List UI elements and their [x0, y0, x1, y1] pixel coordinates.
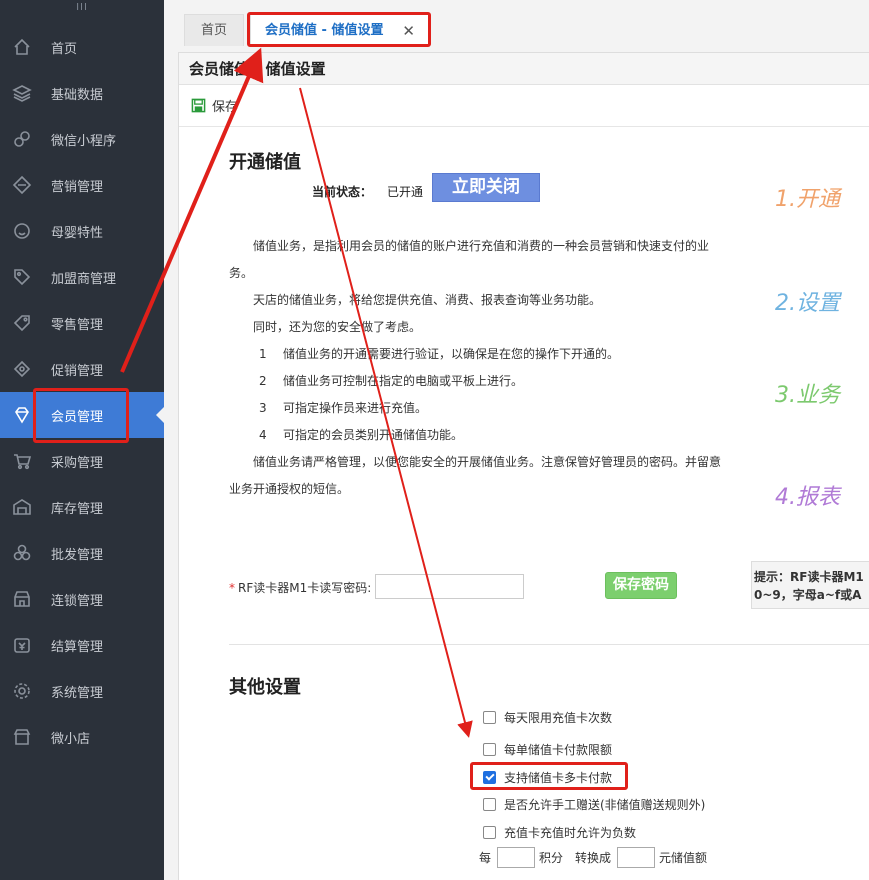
price-tag-icon — [11, 312, 33, 334]
panel-title: 会员储值 - 储值设置 — [179, 53, 869, 85]
sidebar-item-money[interactable]: 结算管理 — [0, 622, 164, 668]
open-section-heading: 开通储值 — [229, 152, 301, 173]
option-allow-negative[interactable]: 充值卡充值时允许为负数 — [483, 824, 636, 841]
desc-list-item: 3 可指定操作员来进行充值。 — [259, 401, 428, 415]
sidebar-item-cart[interactable]: 采购管理 — [0, 438, 164, 484]
desc-paragraph: 天店的储值业务，将给您提供充值、消费、报表查询等业务功能。 — [253, 293, 602, 307]
sidebar-item-label: 微小店 — [51, 731, 91, 747]
sidebar-item-warehouse[interactable]: 库存管理 — [0, 484, 164, 530]
checkbox[interactable] — [483, 711, 496, 724]
checkbox[interactable] — [483, 798, 496, 811]
sidebar-item-label: 会员管理 — [51, 409, 104, 425]
sidebar-item-tag[interactable]: 加盟商管理 — [0, 254, 164, 300]
hint-line: 提示：RF读卡器M1 — [754, 570, 864, 584]
checkbox[interactable] — [483, 743, 496, 756]
bell-icon — [11, 358, 33, 380]
money-icon — [11, 634, 33, 656]
other-settings-heading: 其他设置 — [229, 677, 301, 698]
settings-panel: 会员储值 - 储值设置 保存 开通储值 当前状态： 已开通 立即关闭 储值业务，… — [178, 52, 869, 880]
desc-paragraph: 同时，还为您的安全做了考虑。 — [253, 320, 422, 334]
tag-icon — [11, 266, 33, 288]
desc-list-item: 4 可指定的会员类别开通储值功能。 — [259, 428, 464, 442]
sidebar-item-label: 基础数据 — [51, 87, 104, 103]
sidebar-item-gear[interactable]: 系统管理 — [0, 668, 164, 714]
gear-icon — [11, 680, 33, 702]
sidebar-item-bell[interactable]: 促销管理 — [0, 346, 164, 392]
sidebar-item-label: 微信小程序 — [51, 133, 117, 149]
step-settings: 2.设置 — [775, 291, 840, 316]
sidebar-item-layers[interactable]: 基础数据 — [0, 70, 164, 116]
warehouse-icon — [11, 496, 33, 518]
checkbox[interactable] — [483, 826, 496, 839]
desc-paragraph: 储值业务，是指利用会员的储值的账户进行充值和消费的一种会员营销和快速支付的业务。 — [229, 239, 710, 280]
sidebar-item-label: 母婴特性 — [51, 225, 104, 241]
step-open: 1.开通 — [775, 187, 840, 212]
cart-icon — [11, 450, 33, 472]
tab-home[interactable]: 首页 — [184, 14, 244, 46]
save-password-button[interactable]: 保存密码 — [605, 572, 677, 599]
sidebar-item-label: 连锁管理 — [51, 593, 104, 609]
shop-icon — [11, 726, 33, 748]
status-value: 已开通 — [387, 185, 424, 199]
points-input[interactable] — [497, 847, 536, 868]
sidebar-item-label: 首页 — [51, 41, 78, 57]
sidebar-item-label: 结算管理 — [51, 639, 104, 655]
layers-icon — [11, 82, 33, 104]
boxes-icon — [11, 542, 33, 564]
sidebar-item-link[interactable]: 微信小程序 — [0, 116, 164, 162]
step-business: 3.业务 — [775, 383, 840, 408]
sidebar-item-diamond[interactable]: 营销管理 — [0, 162, 164, 208]
rf-password-label: * RF读卡器M1卡读写密码: — [229, 581, 372, 595]
sidebar-item-label: 零售管理 — [51, 317, 104, 333]
sidebar-item-label: 批发管理 — [51, 547, 104, 563]
description: 储值业务，是指利用会员的储值的账户进行充值和消费的一种会员营销和快速支付的业务。… — [229, 233, 729, 503]
sidebar-item-smile[interactable]: 母婴特性 — [0, 208, 164, 254]
save-icon — [191, 98, 206, 113]
home-icon — [11, 36, 33, 58]
close-now-button[interactable]: 立即关闭 — [432, 173, 540, 202]
diamond-icon — [11, 174, 33, 196]
step-reports: 4.报表 — [775, 485, 840, 510]
sidebar-item-label: 库存管理 — [51, 501, 104, 517]
option-order-limit[interactable]: 每单储值卡付款限额 — [483, 741, 612, 758]
sidebar-item-shop[interactable]: 微小店 — [0, 714, 164, 760]
sidebar-item-label: 营销管理 — [51, 179, 104, 195]
save-label: 保存 — [212, 100, 239, 115]
sidebar-item-boxes[interactable]: 批发管理 — [0, 530, 164, 576]
link-icon — [11, 128, 33, 150]
sidebar-collapse-handle[interactable]: III — [0, 0, 164, 18]
tab-label: 会员储值 - 储值设置 — [265, 23, 384, 38]
desc-paragraph: 储值业务请严格管理，以便您能安全的开展储值业务。注意保管好管理员的密码。并留意业… — [229, 455, 722, 496]
save-button[interactable]: 保存 — [191, 96, 238, 115]
sidebar-item-label: 加盟商管理 — [51, 271, 117, 287]
tab-bar: 首页 会员储值 - 储值设置 ✕ — [164, 0, 869, 46]
sidebar-item-price-tag[interactable]: 零售管理 — [0, 300, 164, 346]
sidebar-item-gem[interactable]: 会员管理 — [0, 392, 164, 438]
section-divider — [229, 644, 869, 645]
sidebar-item-label: 采购管理 — [51, 455, 104, 471]
points-conversion-row: 每 积分 转换成 元储值额 — [479, 847, 707, 868]
hint-line: 0~9，字母a~f或A — [754, 588, 862, 602]
required-mark: * — [229, 581, 235, 595]
option-manual-gift[interactable]: 是否允许手工赠送(非储值赠送规则外) — [483, 796, 705, 813]
tab-close-icon[interactable]: ✕ — [402, 15, 415, 47]
status-label: 当前状态： — [312, 185, 373, 199]
gem-icon — [11, 404, 33, 426]
hint-box: 提示：RF读卡器M1 0~9，字母a~f或A — [751, 561, 869, 609]
desc-list-item: 2 储值业务可控制在指定的电脑或平板上进行。 — [259, 374, 524, 388]
sidebar-item-home[interactable]: 首页 — [0, 24, 164, 70]
rf-password-input[interactable] — [375, 574, 524, 599]
stored-value-input[interactable] — [617, 847, 656, 868]
option-multi-card-payment[interactable]: 支持储值卡多卡付款 — [483, 769, 612, 786]
store-icon — [11, 588, 33, 610]
sidebar-item-label: 系统管理 — [51, 685, 104, 701]
sidebar-item-label: 促销管理 — [51, 363, 104, 379]
option-daily-limit[interactable]: 每天限用充值卡次数 — [483, 709, 612, 726]
checkbox-checked[interactable] — [483, 771, 496, 784]
sidebar-item-store[interactable]: 连锁管理 — [0, 576, 164, 622]
toolbar: 保存 — [179, 85, 869, 127]
tab-member-stored-value-settings[interactable]: 会员储值 - 储值设置 ✕ — [250, 14, 430, 46]
desc-list-item: 1 储值业务的开通需要进行验证，以确保是在您的操作下开通的。 — [259, 347, 620, 361]
smile-icon — [11, 220, 33, 242]
